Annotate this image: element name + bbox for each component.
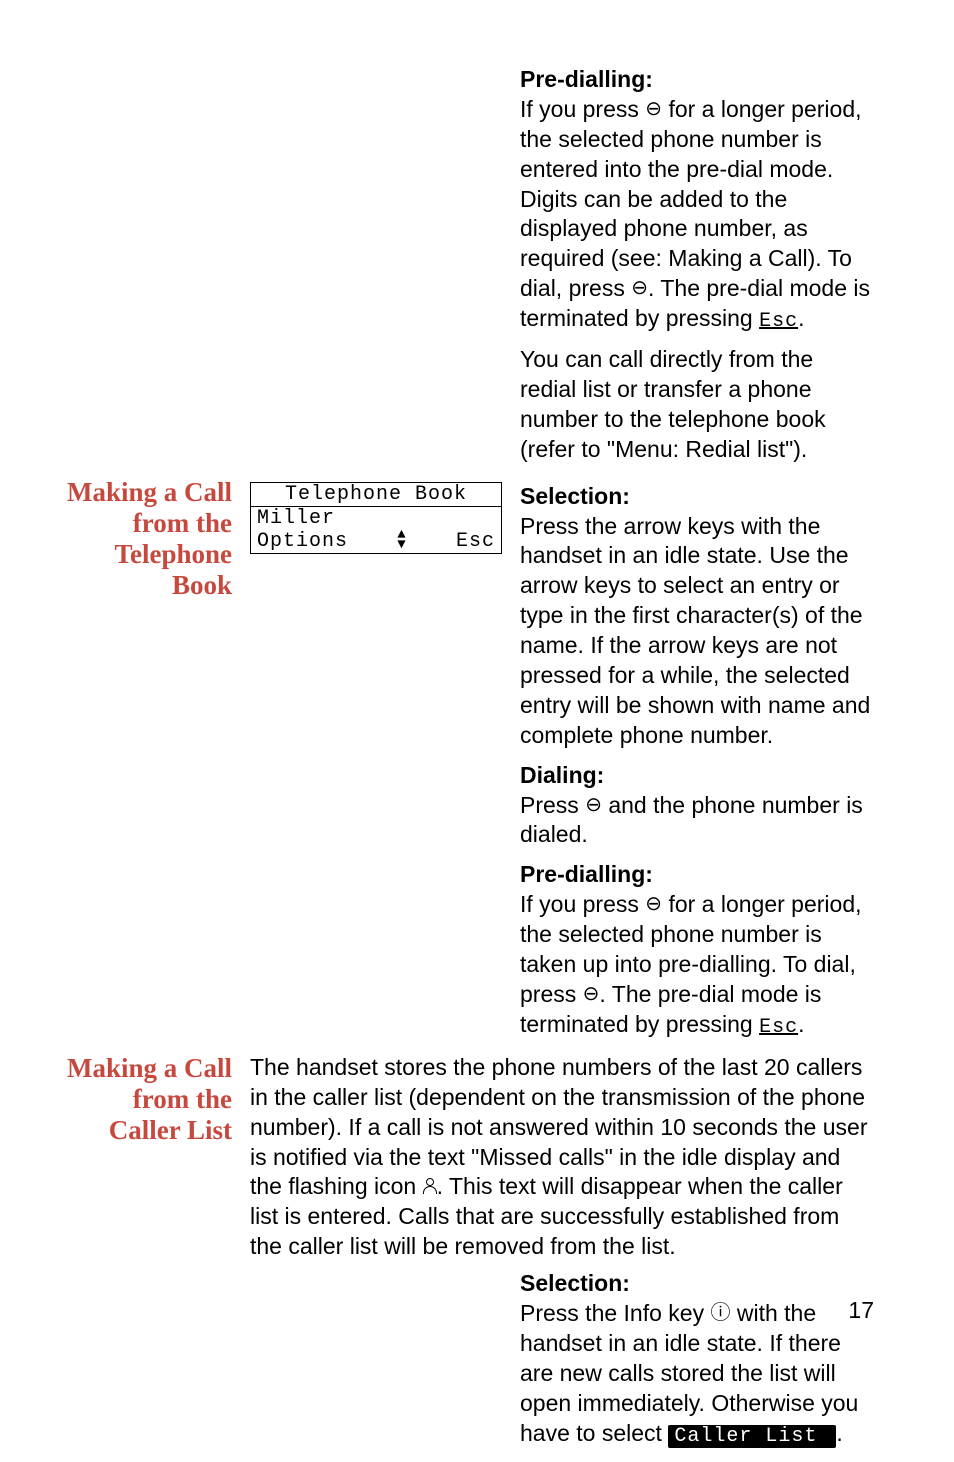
text-fragment: Press the Info key bbox=[520, 1300, 710, 1326]
callerlist-selection-paragraph: Press the Info key ⓘ with the handset in… bbox=[520, 1299, 874, 1450]
text-fragment: for a longer period, the selected phone … bbox=[520, 96, 862, 301]
predialling-heading-2: Pre-dialling: bbox=[520, 860, 874, 890]
lcd-soft-right: Esc bbox=[456, 530, 495, 553]
hook-icon: ⊖ bbox=[631, 278, 648, 298]
updown-arrow-icon: ▲▼ bbox=[397, 531, 406, 551]
caller-list-softkey: Caller List bbox=[668, 1425, 836, 1448]
esc-softkey: Esc bbox=[759, 310, 798, 333]
selection-heading-2: Selection: bbox=[520, 1269, 874, 1299]
lcd-softkey-row: Options ▲▼ Esc bbox=[251, 530, 501, 553]
text-fragment: If you press bbox=[520, 891, 645, 917]
lcd-title: Telephone Book bbox=[251, 483, 501, 507]
text-fragment: If you press bbox=[520, 96, 645, 122]
text-fragment: . bbox=[836, 1420, 842, 1446]
predial-paragraph-2: If you press ⊖ for a longer period, the … bbox=[520, 890, 874, 1041]
predial-paragraph: If you press ⊖ for a longer period, the … bbox=[520, 95, 874, 335]
lcd-soft-left: Options bbox=[257, 530, 348, 553]
selection-heading: Selection: bbox=[520, 482, 874, 512]
callerlist-intro: The handset stores the phone numbers of … bbox=[250, 1053, 874, 1262]
section-caller-list: Making a Call from the Caller List The h… bbox=[60, 1053, 874, 1462]
hook-icon: ⊖ bbox=[645, 894, 662, 914]
page-number: 17 bbox=[848, 1297, 874, 1324]
predialling-heading: Pre-dialling: bbox=[520, 65, 874, 95]
dialing-paragraph: Press ⊖ and the phone number is dialed. bbox=[520, 791, 874, 851]
esc-softkey: Esc bbox=[759, 1016, 798, 1039]
section-telephone-book: Making a Call from the Telephone Book Te… bbox=[60, 477, 874, 1041]
text-fragment: Press bbox=[520, 792, 585, 818]
page: Pre-dialling: If you press ⊖ for a longe… bbox=[0, 0, 954, 1352]
hook-icon: ⊖ bbox=[585, 795, 602, 815]
text-fragment: . bbox=[798, 1011, 804, 1037]
caller-icon bbox=[423, 1178, 437, 1194]
text-fragment: . bbox=[798, 305, 804, 331]
side-heading-phonebook: Making a Call from the Telephone Book bbox=[60, 477, 232, 601]
selection-paragraph: Press the arrow keys with the handset in… bbox=[520, 512, 874, 751]
side-heading-callerlist: Making a Call from the Caller List bbox=[60, 1053, 232, 1146]
lcd-screen: Telephone Book Miller Options ▲▼ Esc bbox=[250, 482, 502, 554]
section-top: Pre-dialling: If you press ⊖ for a longe… bbox=[60, 60, 874, 465]
dialing-heading: Dialing: bbox=[520, 761, 874, 791]
hook-icon: ⊖ bbox=[583, 984, 600, 1004]
info-icon: ⓘ bbox=[710, 1303, 730, 1323]
redial-info-paragraph: You can call directly from the redial li… bbox=[520, 345, 874, 465]
hook-icon: ⊖ bbox=[645, 99, 662, 119]
lcd-entry: Miller bbox=[251, 507, 501, 530]
